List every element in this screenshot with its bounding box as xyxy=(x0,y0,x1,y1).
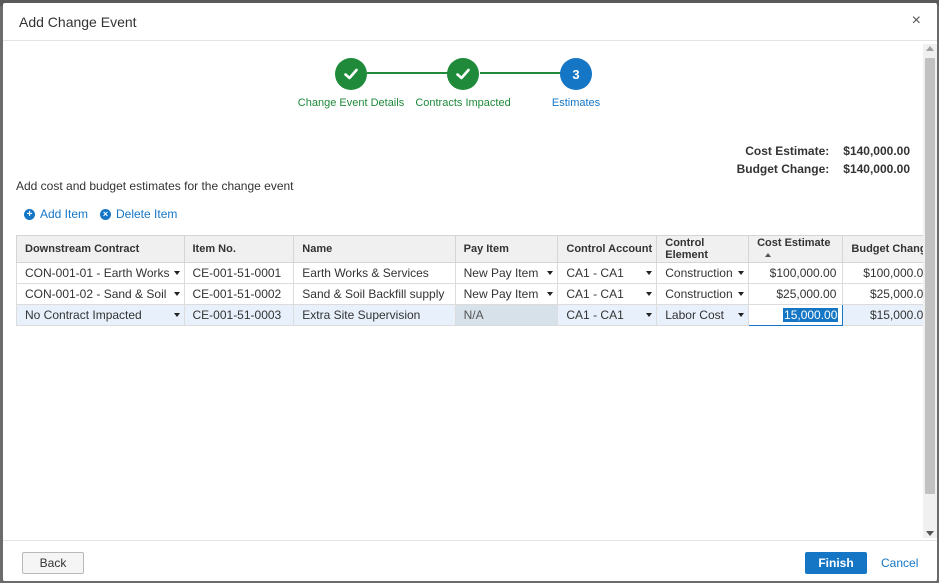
table-row[interactable]: CON-001-02 - Sand & Soil CE-001-51-0002 … xyxy=(16,283,937,305)
control-account-select[interactable]: CA1 - CA1 xyxy=(557,262,658,284)
dialog-header: Add Change Event × xyxy=(3,3,937,41)
dropdown-arrow-icon[interactable] xyxy=(646,292,653,296)
table-row-selected[interactable]: No Contract Impacted CE-001-51-0003 Extr… xyxy=(16,304,937,326)
dropdown-arrow-icon[interactable] xyxy=(646,313,653,317)
cost-estimate-value: $140,000.00 xyxy=(843,144,910,158)
downstream-contract-select[interactable]: No Contract Impacted xyxy=(16,304,185,326)
cost-estimate-cell[interactable]: $25,000.00 xyxy=(748,283,844,305)
estimates-description: Add cost and budget estimates for the ch… xyxy=(16,179,294,193)
selected-input-text: 15,000.00 xyxy=(783,308,839,322)
finish-button[interactable]: Finish xyxy=(805,552,867,574)
pay-item-select[interactable]: New Pay Item xyxy=(454,262,559,284)
step-3-circle[interactable]: 3 xyxy=(560,58,592,90)
step-2-label[interactable]: Contracts Impacted xyxy=(415,97,510,109)
control-account-select[interactable]: CA1 - CA1 xyxy=(557,304,658,326)
column-header-item-no[interactable]: Item No. xyxy=(183,235,295,263)
downstream-contract-select[interactable]: CON-001-02 - Sand & Soil xyxy=(16,283,185,305)
dropdown-arrow-icon[interactable] xyxy=(738,313,745,317)
dropdown-arrow-icon[interactable] xyxy=(173,292,180,296)
add-change-event-dialog: Add Change Event × 3 Change Event Detail… xyxy=(3,3,937,581)
cell-text: CA1 - CA1 xyxy=(566,287,624,301)
dialog-footer: Back Finish Cancel xyxy=(3,540,937,581)
step-3-label[interactable]: Estimates xyxy=(552,97,600,109)
vertical-scrollbar[interactable] xyxy=(923,44,937,538)
delete-item-label: Delete Item xyxy=(116,207,178,221)
item-no-cell: CE-001-51-0001 xyxy=(183,262,295,284)
name-cell[interactable]: Extra Site Supervision xyxy=(293,304,456,326)
scrollbar-thumb[interactable] xyxy=(925,58,935,494)
plus-circle-icon: + xyxy=(24,208,35,220)
cost-estimate-cell[interactable]: $100,000.00 xyxy=(748,262,844,284)
cost-estimate-summary: Cost Estimate: $140,000.00 xyxy=(745,144,910,158)
column-header-control-element[interactable]: Control Element xyxy=(656,235,750,263)
name-cell[interactable]: Sand & Soil Backfill supply xyxy=(293,283,456,305)
column-header-downstream-contract[interactable]: Downstream Contract xyxy=(16,235,185,263)
pay-item-cell-disabled: N/A xyxy=(454,304,559,326)
dropdown-arrow-icon[interactable] xyxy=(547,271,554,275)
cell-text: Labor Cost xyxy=(665,308,724,322)
checkmark-icon xyxy=(344,68,358,80)
control-element-select[interactable]: Construction xyxy=(656,283,750,305)
column-header-cost-estimate[interactable]: Cost Estimate xyxy=(748,235,844,263)
dropdown-arrow-icon[interactable] xyxy=(173,271,180,275)
cell-text: CA1 - CA1 xyxy=(566,308,624,322)
sort-ascending-icon[interactable] xyxy=(765,253,772,257)
budget-change-label: Budget Change: xyxy=(736,162,830,176)
scroll-down-arrow-icon[interactable] xyxy=(926,531,934,536)
x-circle-icon: × xyxy=(100,208,111,220)
dropdown-arrow-icon[interactable] xyxy=(738,292,745,296)
step-1-label[interactable]: Change Event Details xyxy=(298,97,404,109)
step-1-circle[interactable] xyxy=(335,58,367,90)
close-icon[interactable]: × xyxy=(912,13,921,29)
back-button[interactable]: Back xyxy=(22,552,84,574)
column-header-name[interactable]: Name xyxy=(293,235,456,263)
cell-text: CON-001-02 - Sand & Soil xyxy=(25,287,167,301)
column-header-pay-item[interactable]: Pay Item xyxy=(454,235,559,263)
control-account-select[interactable]: CA1 - CA1 xyxy=(557,283,658,305)
cell-text: New Pay Item xyxy=(463,287,539,301)
add-item-button[interactable]: + Add Item xyxy=(24,207,88,221)
cell-text: CA1 - CA1 xyxy=(566,266,624,280)
cell-text: Construction xyxy=(665,266,733,280)
table-header-row: Downstream Contract Item No. Name Pay It… xyxy=(16,235,937,263)
pay-item-select[interactable]: New Pay Item xyxy=(454,283,559,305)
cost-estimate-label: Cost Estimate: xyxy=(745,144,830,158)
dialog-title: Add Change Event xyxy=(19,14,137,30)
add-item-label: Add Item xyxy=(40,207,89,221)
dropdown-arrow-icon[interactable] xyxy=(173,313,180,317)
budget-change-summary: Budget Change: $140,000.00 xyxy=(737,162,910,176)
delete-item-button[interactable]: × Delete Item xyxy=(100,207,177,221)
cell-text: Construction xyxy=(665,287,733,301)
name-cell[interactable]: Earth Works & Services xyxy=(293,262,456,284)
cancel-link[interactable]: Cancel xyxy=(881,556,918,570)
estimates-table: Downstream Contract Item No. Name Pay It… xyxy=(16,235,937,326)
table-row[interactable]: CON-001-01 - Earth Works CE-001-51-0001 … xyxy=(16,262,937,284)
cell-text: No Contract Impacted xyxy=(25,308,142,322)
step-2-circle[interactable] xyxy=(447,58,479,90)
budget-change-value: $140,000.00 xyxy=(843,162,910,176)
control-element-select[interactable]: Construction xyxy=(656,262,750,284)
item-no-cell: CE-001-51-0002 xyxy=(183,283,295,305)
item-no-cell: CE-001-51-0003 xyxy=(183,304,295,326)
checkmark-icon xyxy=(456,68,470,80)
cost-estimate-header-label: Cost Estimate xyxy=(757,237,831,249)
dropdown-arrow-icon[interactable] xyxy=(646,271,653,275)
scroll-up-arrow-icon[interactable] xyxy=(926,46,934,51)
dropdown-arrow-icon[interactable] xyxy=(738,271,745,275)
dropdown-arrow-icon[interactable] xyxy=(547,292,554,296)
downstream-contract-select[interactable]: CON-001-01 - Earth Works xyxy=(16,262,185,284)
cell-text: New Pay Item xyxy=(463,266,539,280)
stepper-connector-1 xyxy=(367,72,451,74)
cost-estimate-input[interactable]: 15,000.00 xyxy=(748,304,844,326)
control-element-select[interactable]: Labor Cost xyxy=(656,304,750,326)
column-header-control-account[interactable]: Control Account xyxy=(557,235,658,263)
stepper-connector-2 xyxy=(480,72,564,74)
cell-text: CON-001-01 - Earth Works xyxy=(25,266,170,280)
